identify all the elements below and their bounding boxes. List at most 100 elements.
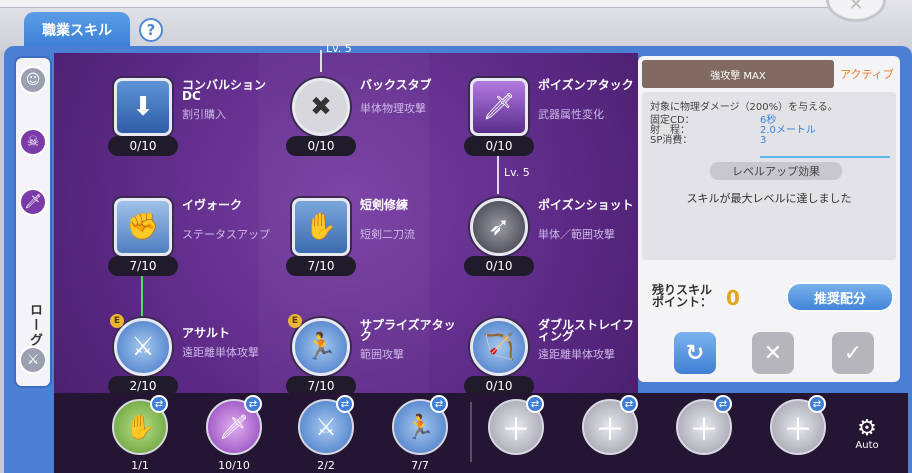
hotbar-slot-5[interactable]: ＋ ⇄ xyxy=(486,395,546,473)
job-label: ローグ xyxy=(27,303,42,348)
skill-name: ダブルストレイフィング xyxy=(538,318,635,343)
skill-name: バックスタブ xyxy=(360,78,432,92)
skill-name: サプライズアタック xyxy=(360,318,456,343)
hotbar-slot-6[interactable]: ＋ ⇄ xyxy=(580,395,640,473)
slash-icon: ⚔ xyxy=(114,318,172,376)
skill-desc: 単体物理攻撃 xyxy=(360,102,426,115)
stat-value-sp: 3 xyxy=(760,135,767,146)
recommend-button[interactable]: 推奨配分 xyxy=(786,282,894,312)
close-icon: ✕ xyxy=(763,340,783,366)
hotbar-slot-8[interactable]: ＋ ⇄ xyxy=(768,395,828,473)
skill-name: イヴォーク xyxy=(182,198,243,212)
skill-dagger-mastery[interactable]: ✋ 7/10 短剣修練 短剣二刀流 xyxy=(286,198,462,288)
swap-icon[interactable]: ⇄ xyxy=(714,395,732,413)
skill-name: アサルト xyxy=(182,326,231,340)
stat-value-range: 2.0メートル xyxy=(760,125,816,136)
skill-name: コンバルション DC xyxy=(182,78,267,103)
skill-poison-attack[interactable]: 🗡 0/10 ポイズンアタック 武器属性変化 xyxy=(464,78,640,168)
equipped-badge: E xyxy=(110,314,124,328)
hotbar-slot-3[interactable]: ⚔ ⇄ 2/2 xyxy=(296,395,356,473)
remaining-points-label: 残りスキル ポイント： xyxy=(652,283,713,309)
sidebar-item-locked[interactable]: ⚔ xyxy=(19,346,47,374)
skill-level: 0/10 xyxy=(286,136,356,156)
slot-count: 10/10 xyxy=(218,459,250,472)
job-sidebar: ☺ ☠ 🗡 ローグ ⚔ xyxy=(16,58,50,386)
confirm-button[interactable]: ✓ xyxy=(832,332,874,374)
skill-backstab[interactable]: ✖ 0/10 バックスタブ 単体物理攻撃 xyxy=(286,78,462,168)
skill-level: 0/10 xyxy=(464,136,534,156)
sidebar-item-thief[interactable]: ☠ xyxy=(19,128,47,156)
fist-icon: ✊ xyxy=(114,198,172,256)
swap-icon[interactable]: ⇄ xyxy=(620,395,638,413)
skill-name: ポイズンアタック xyxy=(538,78,634,92)
description-box: 対象に物理ダメージ（200%）を与える。 固定CD： 6秒 射 程： 2.0メー… xyxy=(642,92,896,260)
slot-count: 2/2 xyxy=(317,459,335,472)
sidebar-item-novice[interactable]: ☺ xyxy=(19,66,47,94)
cancel-button[interactable]: ✕ xyxy=(752,332,794,374)
equipped-badge: E xyxy=(288,314,302,328)
bow-icon: 🏹 xyxy=(470,318,528,376)
swords-icon: ⚔ xyxy=(26,352,40,368)
skill-name: ポイズンショット xyxy=(538,198,634,212)
swap-icon[interactable]: ⇄ xyxy=(430,395,448,413)
swap-icon[interactable]: ⇄ xyxy=(336,395,354,413)
remaining-points-value: 0 xyxy=(726,286,740,310)
skill-desc: 遠距離単体攻撃 xyxy=(182,346,259,359)
skill-level: 7/10 xyxy=(108,256,178,276)
levelup-effect-label: レベルアップ効果 xyxy=(710,162,842,180)
face-icon: ☺ xyxy=(25,72,41,88)
hotbar-slot-4[interactable]: 🏃 ⇄ 7/7 xyxy=(390,395,450,473)
skill-level: 0/10 xyxy=(464,256,534,276)
check-icon: ✓ xyxy=(843,340,863,366)
hotbar-slot-1[interactable]: ✋ ⇄ 1/1 xyxy=(110,395,170,473)
help-button[interactable]: ? xyxy=(139,18,163,42)
top-strip xyxy=(0,0,830,8)
skill-level: 7/10 xyxy=(286,256,356,276)
sidebar-item-rogue[interactable]: 🗡 xyxy=(19,188,47,216)
skill-type-label: アクティブ xyxy=(840,68,894,81)
swap-icon[interactable]: ⇄ xyxy=(244,395,262,413)
arrow-shot-icon: ➶ xyxy=(470,198,528,256)
skill-desc: 割引購入 xyxy=(182,108,226,121)
slot-count: 7/7 xyxy=(411,459,429,472)
hotbar-slot-7[interactable]: ＋ ⇄ xyxy=(674,395,734,473)
auto-button[interactable]: ⚙ Auto xyxy=(852,416,882,452)
gear-icon: ⚙ xyxy=(857,416,877,441)
skill-desc: ステータスアップ xyxy=(182,228,270,241)
skill-level: 0/10 xyxy=(108,136,178,156)
skill-desc: 単体／範囲攻撃 xyxy=(538,228,615,241)
skull-icon: ☠ xyxy=(26,134,40,150)
discount-icon: ⬇ xyxy=(114,78,172,136)
max-level-message: スキルが最大レベルに達しました xyxy=(686,192,852,205)
swap-icon[interactable]: ⇄ xyxy=(808,395,826,413)
auto-label: Auto xyxy=(855,440,879,451)
close-icon: ✕ xyxy=(848,0,864,15)
skill-poison-shot[interactable]: ➶ 0/10 ポイズンショット 単体／範囲攻撃 xyxy=(464,198,640,288)
hotbar-divider xyxy=(470,402,472,462)
requirement-top: Lv. 5 xyxy=(326,42,352,55)
stat-key-sp: SP消費： xyxy=(650,135,693,146)
skill-desc: 武器属性変化 xyxy=(538,108,604,121)
slot-count: 1/1 xyxy=(131,459,149,472)
hotbar-slot-2[interactable]: 🗡 ⇄ 10/10 xyxy=(204,395,264,473)
swap-icon[interactable]: ⇄ xyxy=(150,395,168,413)
skill-description: 対象に物理ダメージ（200%）を与える。 xyxy=(650,102,838,113)
dagger-icon: 🗡 xyxy=(24,194,42,210)
tab-job-skills[interactable]: 職業スキル xyxy=(24,12,130,48)
connector-top xyxy=(320,50,322,72)
hand-icon: ✋ xyxy=(292,198,350,256)
refresh-icon: ↻ xyxy=(685,340,705,366)
reset-button[interactable]: ↻ xyxy=(674,332,716,374)
skill-desc: 短剣二刀流 xyxy=(360,228,415,241)
skill-desc: 範囲攻撃 xyxy=(360,348,404,361)
stat-divider xyxy=(760,156,890,158)
skill-compulsion-discount[interactable]: ⬇ 0/10 コンバルション DC 割引購入 xyxy=(108,78,284,168)
swap-icon[interactable]: ⇄ xyxy=(526,395,544,413)
skill-name: 短剣修練 xyxy=(360,198,409,212)
skill-title: 強攻撃 MAX xyxy=(642,60,834,88)
skill-desc: 遠距離単体攻撃 xyxy=(538,348,615,361)
poison-blade-icon: 🗡 xyxy=(470,78,528,136)
skill-info-panel: 強攻撃 MAX アクティブ 対象に物理ダメージ（200%）を与える。 固定CD：… xyxy=(638,56,900,382)
skill-evoke[interactable]: ✊ 7/10 イヴォーク ステータスアップ xyxy=(108,198,284,288)
backstab-icon: ✖ xyxy=(292,78,350,136)
